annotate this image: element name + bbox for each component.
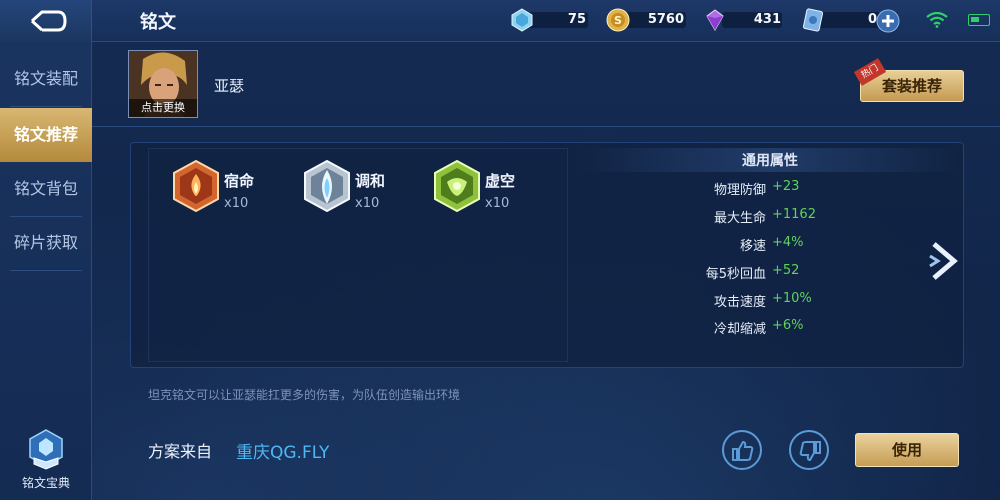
- codex-label: 铭文宝典: [21, 476, 70, 490]
- sidebar-item-rune-bag[interactable]: 铭文背包: [0, 162, 92, 216]
- stat-value: +1162: [772, 207, 816, 222]
- battery-icon: [968, 14, 990, 26]
- thumbs-up-icon: [732, 440, 754, 461]
- sidebar-item-rune-equip[interactable]: 铭文装配: [0, 52, 92, 106]
- stat-row: 每5秒回血 +52: [580, 263, 880, 283]
- gold-coin-icon: S: [606, 8, 630, 32]
- codex-book-icon: [29, 429, 63, 470]
- change-hero-caption: 点击更换: [129, 99, 197, 117]
- rune-name: 虚空: [485, 172, 516, 190]
- stat-name: 物理防御: [713, 183, 766, 198]
- stat-name: 移速: [739, 239, 766, 254]
- hero-avatar[interactable]: 点击更换: [128, 50, 198, 118]
- diamond-count: 75: [567, 12, 586, 27]
- rune-count: x10: [224, 196, 249, 211]
- stat-value: +4%: [772, 235, 804, 250]
- fate-rune-icon: [173, 160, 219, 212]
- back-arrow-icon: [30, 10, 67, 32]
- stat-value: +23: [772, 179, 800, 194]
- rune-description: 坦克铭文可以让亚瑟能扛更多的伤害，为队伍创造输出环境: [148, 388, 461, 402]
- rune-codex-button[interactable]: 铭文宝典: [14, 428, 78, 496]
- stat-name: 每5秒回血: [705, 267, 766, 282]
- voucher-resource: 0: [801, 8, 877, 34]
- stat-row: 移速 +4%: [580, 235, 880, 255]
- rune-count: x10: [355, 196, 380, 211]
- page-title: 铭文: [140, 12, 176, 33]
- section-divider: [92, 126, 1000, 127]
- gold-resource: S 5760: [606, 8, 684, 34]
- author-label: 方案来自: [148, 442, 213, 461]
- crystal-icon: [706, 9, 724, 32]
- stat-value: +52: [772, 263, 800, 278]
- sidebar: 铭文装配 铭文推荐 铭文背包 碎片获取 铭文宝典: [0, 42, 92, 500]
- stat-value: +6%: [772, 318, 804, 333]
- sidebar-item-fragments[interactable]: 碎片获取: [0, 216, 92, 270]
- sidebar-item-rune-recommend[interactable]: 铭文推荐: [0, 108, 92, 162]
- rune-item-fate[interactable]: 宿命 x10: [172, 160, 292, 218]
- rune-item-harmony[interactable]: 调和 x10: [303, 160, 423, 218]
- top-bar: 铭文 75 S 5760 431 0: [0, 0, 1000, 42]
- use-button[interactable]: 使用: [855, 433, 959, 467]
- thumbs-down-icon: [799, 441, 821, 462]
- add-voucher-button[interactable]: [876, 9, 900, 33]
- stat-row: 攻击速度 +10%: [580, 291, 880, 311]
- back-button[interactable]: [0, 0, 92, 42]
- author-name[interactable]: 重庆QG.FLY: [236, 438, 329, 463]
- stat-row: 最大生命 +1162: [580, 207, 880, 227]
- rune-name: 调和: [355, 172, 386, 190]
- rune-name: 宿命: [224, 172, 255, 190]
- stat-name: 攻击速度: [713, 295, 766, 310]
- void-rune-icon: [434, 160, 480, 212]
- next-arrow-icon[interactable]: [928, 240, 960, 282]
- stat-name: 最大生命: [713, 211, 766, 226]
- svg-text:S: S: [614, 14, 622, 27]
- rune-count: x10: [485, 196, 510, 211]
- stat-name: 冷却缩减: [713, 322, 766, 337]
- rune-item-void[interactable]: 虚空 x10: [433, 160, 553, 218]
- stat-row: 冷却缩减 +6%: [580, 318, 880, 338]
- harmony-rune-icon: [304, 160, 350, 212]
- stat-row: 物理防御 +23: [580, 179, 880, 199]
- stat-value: +10%: [772, 291, 812, 306]
- wifi-icon: [926, 12, 948, 28]
- dislike-button[interactable]: [789, 430, 829, 470]
- crystal-resource: 431: [703, 8, 781, 34]
- diamond-resource: 75: [510, 8, 586, 34]
- voucher-icon: [802, 8, 824, 32]
- stats-title: 通用属性: [742, 153, 798, 169]
- sidebar-divider: [10, 270, 82, 271]
- hero-name: 亚瑟: [214, 77, 245, 95]
- crystal-count: 431: [753, 12, 781, 27]
- sidebar-divider: [10, 106, 82, 107]
- diamond-icon: [511, 8, 533, 32]
- gold-count: 5760: [647, 12, 684, 27]
- like-button[interactable]: [722, 430, 762, 470]
